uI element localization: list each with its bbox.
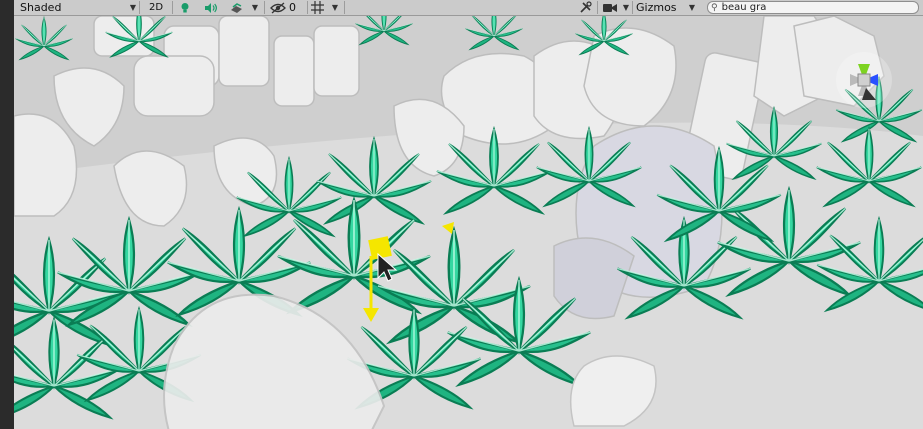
camera-icon xyxy=(603,3,617,12)
divider xyxy=(344,1,345,14)
divider xyxy=(172,1,173,14)
divider xyxy=(597,1,598,14)
chevron-down-icon: ▼ xyxy=(129,3,136,12)
scene-viewport[interactable] xyxy=(14,16,923,429)
effects-dropdown-arrow[interactable]: ▼ xyxy=(250,0,260,15)
shading-mode-label: Shaded xyxy=(20,1,62,14)
scene-gizmo-icon[interactable] xyxy=(836,52,892,108)
grid-dropdown-arrow[interactable]: ▼ xyxy=(330,0,340,15)
scene-tools-button[interactable] xyxy=(577,0,593,15)
audio-toggle[interactable] xyxy=(203,0,219,15)
camera-dropdown-arrow[interactable]: ▼ xyxy=(621,0,631,15)
divider xyxy=(264,1,265,14)
shading-mode-dropdown[interactable]: Shaded ▼ xyxy=(18,0,136,15)
divider xyxy=(139,1,140,14)
effects-icon xyxy=(231,2,242,13)
hidden-objects-count: 0 xyxy=(289,1,296,14)
search-input-value: beau gra xyxy=(721,2,767,13)
toggle-2d-button[interactable]: 2D xyxy=(145,0,167,15)
scene-toolbar: Shaded ▼ 2D ▼ 0 ▼ ▼ Gizmos ▼ ⚲ beau gra xyxy=(14,0,923,16)
left-panel-edge xyxy=(0,0,14,429)
scene-render xyxy=(14,16,923,429)
lightbulb-icon xyxy=(181,2,189,12)
gizmos-dropdown-arrow[interactable]: ▼ xyxy=(686,0,698,15)
divider xyxy=(632,1,633,14)
gizmos-button[interactable]: Gizmos xyxy=(636,0,682,15)
scene-visibility-toggle[interactable]: 0 xyxy=(270,0,304,15)
audio-icon xyxy=(205,2,217,13)
search-icon: ⚲ xyxy=(711,2,718,13)
scene-view-window: Shaded ▼ 2D ▼ 0 ▼ ▼ Gizmos ▼ ⚲ beau gra xyxy=(0,0,923,429)
effects-toggle[interactable] xyxy=(229,0,244,15)
grid-toggle[interactable] xyxy=(310,0,325,15)
hierarchy-search-input[interactable]: ⚲ beau gra xyxy=(707,1,919,14)
tools-icon xyxy=(579,1,592,13)
divider xyxy=(307,1,308,14)
camera-settings-button[interactable] xyxy=(601,0,619,15)
lighting-toggle[interactable] xyxy=(178,0,192,15)
visibility-icon xyxy=(270,2,286,13)
grid-icon xyxy=(311,1,324,14)
